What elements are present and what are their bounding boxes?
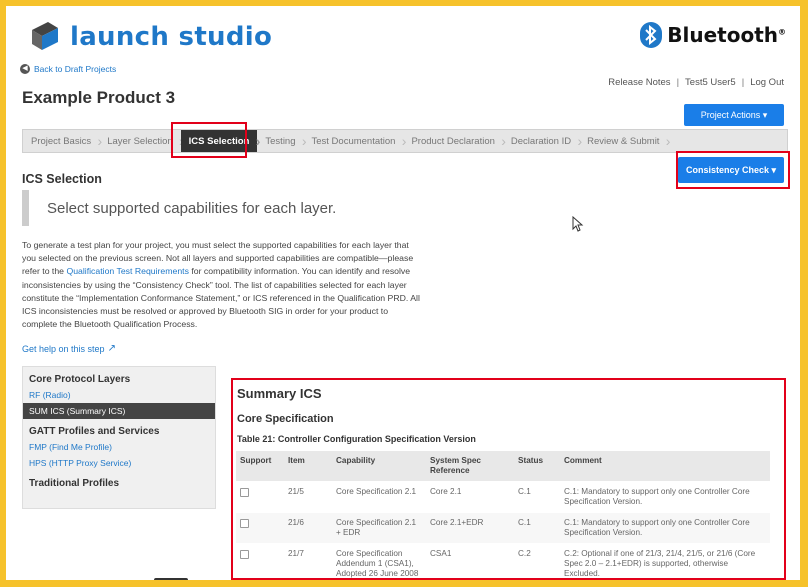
status-cell: C.2 bbox=[514, 543, 560, 578]
qualification-requirements-link[interactable]: Qualification Test Requirements bbox=[66, 266, 189, 276]
arrow-left-icon: ◀ bbox=[20, 64, 30, 74]
comment-cell: C.1: Mandatory to support only one Contr… bbox=[560, 481, 770, 513]
summary-title: Summary ICS bbox=[237, 386, 322, 401]
col-comment: Comment bbox=[560, 451, 770, 482]
reference-cell: Core 2.1+EDR bbox=[426, 512, 514, 544]
intro-paragraph: To generate a test plan for your project… bbox=[22, 239, 422, 331]
consistency-check-button[interactable]: Consistency Check ▾ bbox=[678, 157, 784, 183]
layer-sidebar: Core Protocol Layers RF (Radio) SUM ICS … bbox=[22, 366, 216, 509]
top-links: Release Notes | Test5 User5 | Log Out bbox=[608, 77, 784, 88]
help-link-label: Get help on this step bbox=[22, 343, 105, 354]
help-link[interactable]: Get help on this step ↗ bbox=[22, 343, 116, 354]
col-capability: Capability bbox=[332, 451, 426, 482]
bluetooth-logo: Bluetooth® bbox=[640, 22, 786, 48]
release-notes-link[interactable]: Release Notes bbox=[608, 77, 670, 88]
core-spec-heading: Core Specification bbox=[237, 413, 334, 425]
reference-cell: CSA1 bbox=[426, 543, 514, 578]
tab-project-basics[interactable]: Project Basics bbox=[23, 130, 102, 152]
tab-declaration-id[interactable]: Declaration ID bbox=[503, 130, 582, 152]
reference-cell: Core 2.1 bbox=[426, 481, 514, 513]
bluetooth-wordmark: Bluetooth bbox=[667, 23, 778, 47]
col-support: Support bbox=[236, 451, 284, 482]
log-out-link[interactable]: Log Out bbox=[750, 77, 784, 88]
col-status: Status bbox=[514, 451, 560, 482]
status-cell: C.1 bbox=[514, 481, 560, 513]
project-actions-button[interactable]: Project Actions ▾ bbox=[684, 104, 784, 126]
bluetooth-icon bbox=[640, 22, 663, 48]
item-cell: 21/7 bbox=[284, 543, 332, 578]
table-row: 21/6 Core Specification 2.1 + EDR Core 2… bbox=[236, 512, 770, 544]
back-link-label: Back to Draft Projects bbox=[34, 64, 117, 74]
callout-message: Select supported capabilities for each l… bbox=[22, 190, 402, 226]
back-to-drafts-link[interactable]: ◀ Back to Draft Projects bbox=[20, 64, 116, 74]
col-item: Item bbox=[284, 451, 332, 482]
launch-studio-logo-icon bbox=[32, 22, 58, 50]
col-reference: System Spec Reference bbox=[426, 451, 514, 482]
capability-cell: Core Specification 2.1 + EDR bbox=[332, 512, 426, 544]
support-checkbox[interactable] bbox=[240, 519, 249, 528]
tab-test-documentation[interactable]: Test Documentation bbox=[304, 130, 407, 152]
sidebar-item-fmp[interactable]: FMP (Find Me Profile) bbox=[23, 439, 215, 455]
mouse-cursor-icon bbox=[572, 216, 584, 232]
tab-layer-selection[interactable]: Layer Selection bbox=[99, 130, 184, 152]
comment-cell: C.2: Optional if one of 21/3, 21/4, 21/5… bbox=[560, 543, 770, 578]
table-row: 21/7 Core Specification Addendum 1 (CSA1… bbox=[236, 543, 770, 578]
launch-studio-logo[interactable]: launch studio bbox=[28, 20, 272, 54]
app-frame: launch studio Bluetooth® ◀ Back to Draft… bbox=[6, 6, 800, 580]
gatt-heading: GATT Profiles and Services bbox=[29, 426, 160, 437]
capability-cell: Core Specification Addendum 1 (CSA1), Ad… bbox=[332, 543, 426, 578]
external-link-icon: ↗ bbox=[107, 343, 116, 354]
table-header-row: Support Item Capability System Spec Refe… bbox=[236, 451, 770, 482]
logo-text: launch studio bbox=[70, 22, 273, 52]
summary-ics-panel: Summary ICS Core Specification Table 21:… bbox=[231, 378, 786, 580]
tab-ics-selection[interactable]: ICS Selection bbox=[180, 130, 260, 152]
support-checkbox[interactable] bbox=[240, 550, 249, 559]
tab-product-declaration[interactable]: Product Declaration bbox=[403, 130, 506, 152]
sidebar-item-hps[interactable]: HPS (HTTP Proxy Service) bbox=[23, 455, 215, 471]
comment-cell: C.1: Mandatory to support only one Contr… bbox=[560, 512, 770, 544]
user-account-link[interactable]: Test5 User5 bbox=[685, 77, 736, 88]
sidebar-item-sum-ics[interactable]: SUM ICS (Summary ICS) bbox=[23, 403, 215, 419]
workflow-tabs: Project Basics Layer Selection ICS Selec… bbox=[22, 129, 788, 153]
support-checkbox[interactable] bbox=[240, 488, 249, 497]
capability-cell: Core Specification 2.1 bbox=[332, 481, 426, 513]
item-cell: 21/6 bbox=[284, 512, 332, 544]
page-title: Example Product 3 bbox=[22, 88, 176, 107]
ics-table: Support Item Capability System Spec Refe… bbox=[236, 451, 770, 578]
status-cell: C.1 bbox=[514, 512, 560, 544]
registered-mark: ® bbox=[778, 27, 786, 37]
section-heading: ICS Selection bbox=[22, 172, 102, 186]
tab-review-submit[interactable]: Review & Submit bbox=[579, 130, 671, 152]
table-caption: Table 21: Controller Configuration Speci… bbox=[237, 434, 476, 444]
tab-testing[interactable]: Testing bbox=[257, 130, 306, 152]
item-cell: 21/5 bbox=[284, 481, 332, 513]
core-layers-heading: Core Protocol Layers bbox=[29, 374, 131, 385]
table-row: 21/5 Core Specification 2.1 Core 2.1 C.1… bbox=[236, 481, 770, 513]
feedback-tab[interactable] bbox=[154, 578, 188, 580]
sidebar-item-rf[interactable]: RF (Radio) bbox=[23, 387, 215, 403]
traditional-heading: Traditional Profiles bbox=[29, 478, 120, 489]
